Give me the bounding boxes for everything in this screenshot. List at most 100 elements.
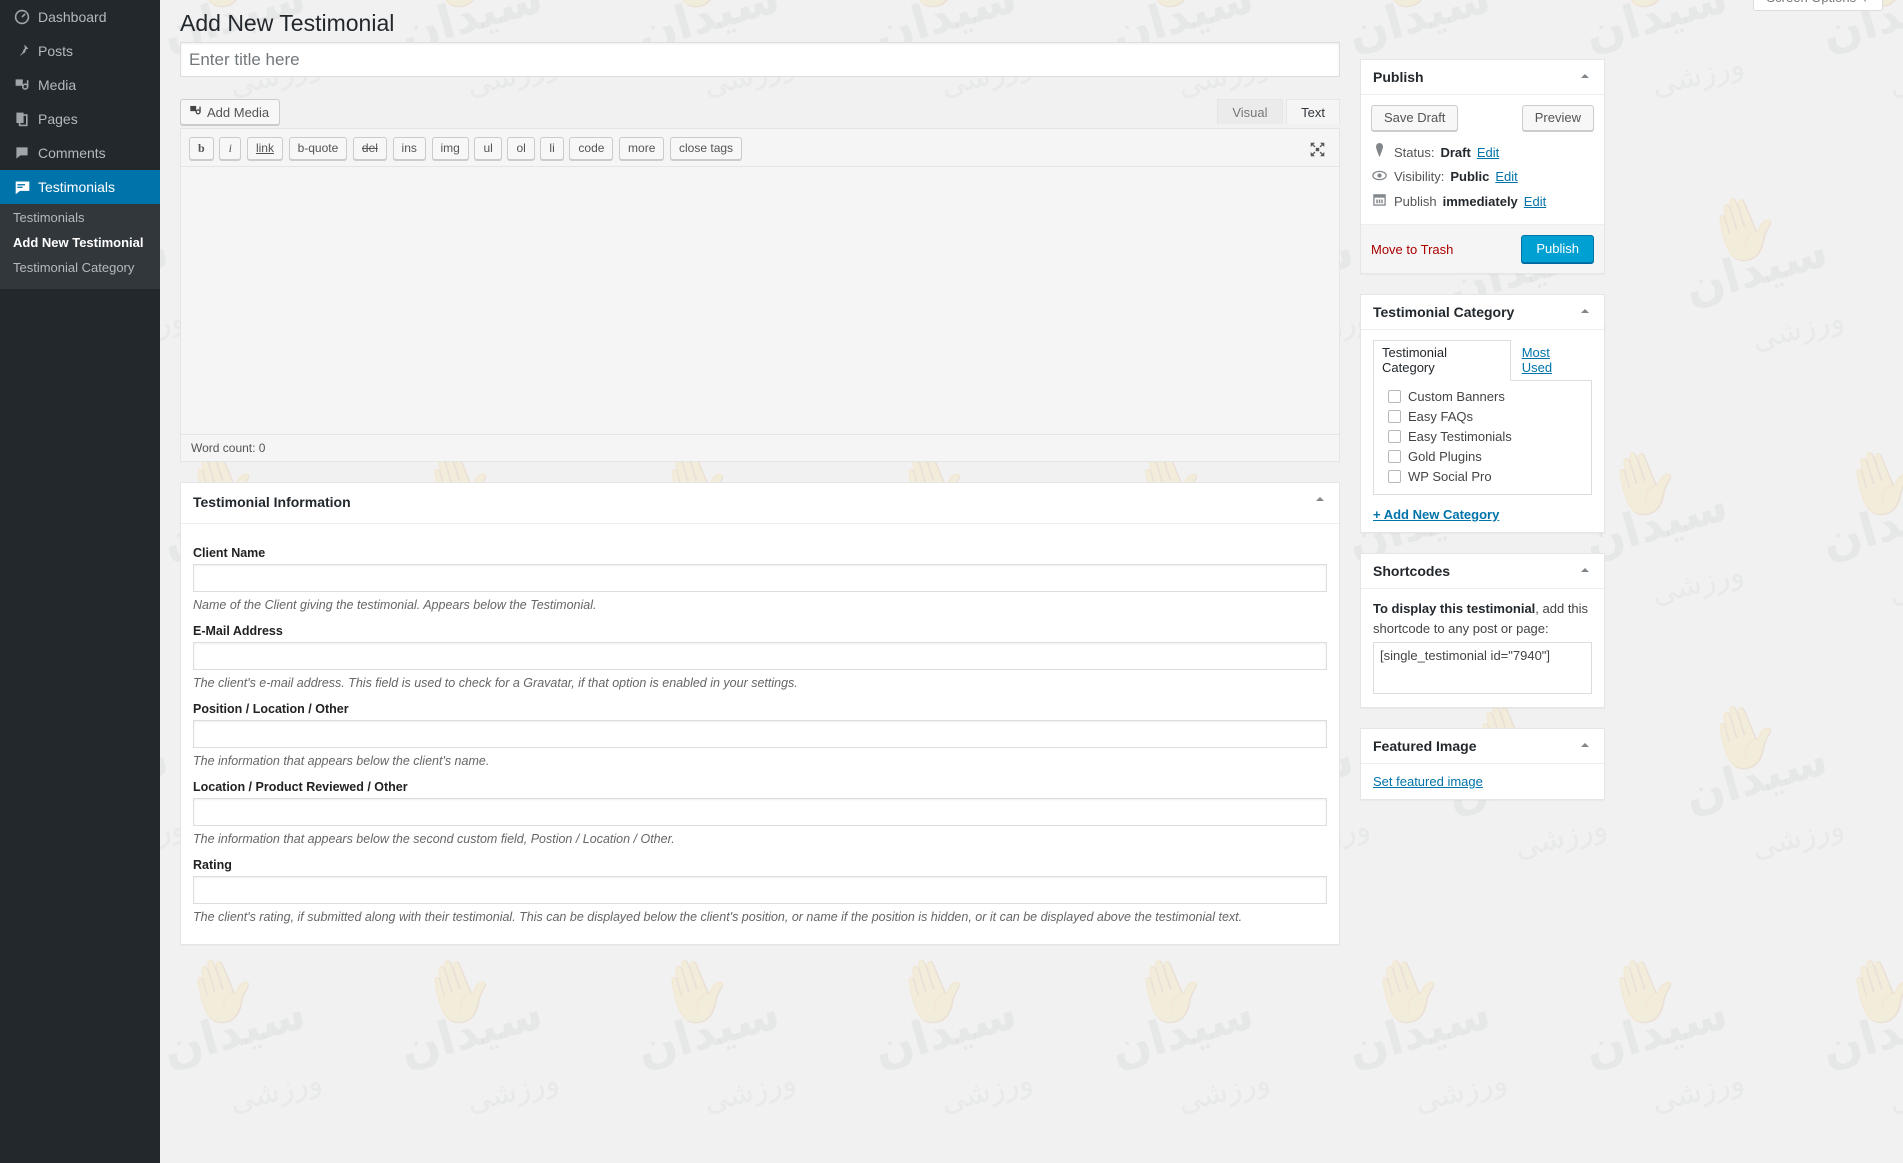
eye-icon [1371,170,1388,185]
category-item[interactable]: Easy Testimonials [1382,427,1583,447]
testimonial-category-box: Testimonial Category Testimonial Categor… [1360,294,1605,533]
sidebar-item-posts[interactable]: Posts [0,34,160,68]
media-icon [14,77,38,93]
publish-box-title: Publish [1361,60,1604,95]
chevron-up-icon[interactable] [1570,299,1600,329]
field-description: Name of the Client giving the testimonia… [193,597,597,612]
checkbox-icon[interactable] [1388,450,1401,463]
sidebar-item-label: Media [38,77,77,93]
checkbox-icon[interactable] [1388,410,1401,423]
comments-icon [14,145,38,161]
category-label: Easy FAQs [1408,409,1474,424]
quicktag-more[interactable]: more [619,137,665,160]
quicktag-img[interactable]: img [431,137,469,160]
quicktags-toolbar: b i link b-quote del ins img ul ol li co… [181,129,1339,166]
schedule-edit-link[interactable]: Edit [1524,194,1546,209]
fullscreen-icon[interactable] [1309,141,1327,159]
visibility-prefix: Visibility: [1394,169,1445,184]
add-new-category-link[interactable]: + Add New Category [1373,507,1499,522]
field-description: The information that appears below the s… [193,831,675,846]
tab-most-used[interactable]: Most Used [1511,340,1592,381]
testimonial-information-fields: Client Name Name of the Client giving th… [181,524,1339,944]
category-box-inside: Testimonial Category Most Used Custom Ba… [1361,330,1604,532]
tab-visual[interactable]: Visual [1217,99,1283,124]
dashboard-icon [14,9,38,25]
quicktag-i[interactable]: i [219,137,242,160]
quicktag-ins[interactable]: ins [392,137,426,160]
category-item[interactable]: Easy FAQs [1382,407,1583,427]
category-label: Gold Plugins [1408,449,1482,464]
client-name-input[interactable] [193,563,1327,592]
chevron-up-icon[interactable] [1570,64,1600,94]
category-item[interactable]: Gold Plugins [1382,447,1583,467]
sidebar-item-testimonials[interactable]: Testimonials [0,170,168,204]
quicktag-code[interactable]: code [569,137,614,160]
chevron-up-icon[interactable] [1305,487,1335,517]
field-label: Rating [193,857,232,872]
submenu-item-add-new-testimonial[interactable]: Add New Testimonial [0,230,160,255]
quicktag-link[interactable]: link [246,137,283,160]
set-featured-image-link[interactable]: Set featured image [1373,774,1483,789]
position-location-other-input[interactable] [193,719,1327,748]
shortcode-description: To display this testimonial, add this sh… [1373,599,1592,638]
quicktag-li[interactable]: li [540,137,564,160]
visibility-edit-link[interactable]: Edit [1495,169,1517,184]
category-item[interactable]: WP Social Pro [1382,467,1583,487]
submenu-item-testimonial-category[interactable]: Testimonial Category [0,255,160,280]
tab-text[interactable]: Text [1286,99,1340,124]
quicktag-b-quote[interactable]: b-quote [288,137,348,160]
checkbox-icon[interactable] [1388,390,1401,403]
status-prefix: Status: [1394,145,1435,160]
calendar-icon [1371,193,1388,210]
shortcode-description-strong: To display this testimonial [1373,601,1536,616]
schedule-prefix: Publish [1394,194,1437,209]
screen-options-tab[interactable]: Screen Options ▼ [1753,0,1883,11]
field-position-location-other: Position / Location / Other The informat… [193,702,1327,768]
sidebar-item-comments[interactable]: Comments [0,136,160,170]
tab-testimonial-category[interactable]: Testimonial Category [1373,340,1511,381]
sidebar-metaboxes: Publish Save Draft Preview Status: Draft… [1360,59,1605,820]
word-count-status: Word count: 0 [181,434,1339,461]
sidebar-item-label: Dashboard [38,9,107,25]
publish-button[interactable]: Publish [1521,235,1594,263]
move-to-trash-link[interactable]: Move to Trash [1371,242,1453,257]
post-content-textarea[interactable] [181,166,1339,434]
preview-button[interactable]: Preview [1521,105,1594,131]
category-checklist[interactable]: Custom Banners Easy FAQs Easy Testimonia… [1373,380,1592,495]
add-media-label: Add Media [207,104,270,120]
admin-sidebar: Dashboard Posts Media Pages Comments Tes… [0,0,168,1163]
category-label: Custom Banners [1408,389,1505,404]
quicktag-close-tags[interactable]: close tags [670,137,743,160]
email-address-input[interactable] [193,641,1327,670]
post-title-input[interactable] [180,42,1340,77]
checkbox-icon[interactable] [1388,470,1401,483]
sidebar-item-pages[interactable]: Pages [0,102,160,136]
add-media-button[interactable]: Add Media [180,99,281,125]
save-draft-button[interactable]: Save Draft [1371,105,1459,131]
sidebar-item-media[interactable]: Media [0,68,160,102]
category-item[interactable]: Custom Banners [1382,387,1583,407]
sidebar-item-dashboard[interactable]: Dashboard [0,0,160,34]
quicktag-b[interactable]: b [189,137,214,160]
media-icon [189,104,202,121]
field-label: E-Mail Address [193,623,283,638]
editor-area: Add Media Visual Text b i link b-quote d [180,99,1340,462]
quicktag-ul[interactable]: ul [474,137,502,160]
chevron-up-icon[interactable] [1570,558,1600,588]
chevron-up-icon[interactable] [1570,733,1600,763]
quicktag-ol[interactable]: ol [507,137,535,160]
field-label: Client Name [193,545,266,560]
checkbox-icon[interactable] [1388,430,1401,443]
status-row: Status: Draft Edit [1371,139,1594,165]
quicktag-del[interactable]: del [352,137,387,160]
submenu-item-testimonials[interactable]: Testimonials [0,205,160,230]
location-product-reviewed-input[interactable] [193,797,1327,826]
shortcode-textarea[interactable]: [single_testimonial id="7940"] [1373,642,1592,694]
screen-options-label: Screen Options [1766,0,1856,5]
main-body: Screen Options ▼ Add New Testimonial Add … [160,0,1903,1163]
status-edit-link[interactable]: Edit [1477,145,1499,160]
visibility-value: Public [1450,169,1490,184]
rating-input[interactable] [193,875,1327,904]
shortcodes-inside: To display this testimonial, add this sh… [1361,589,1604,707]
field-client-name: Client Name Name of the Client giving th… [193,546,1327,612]
